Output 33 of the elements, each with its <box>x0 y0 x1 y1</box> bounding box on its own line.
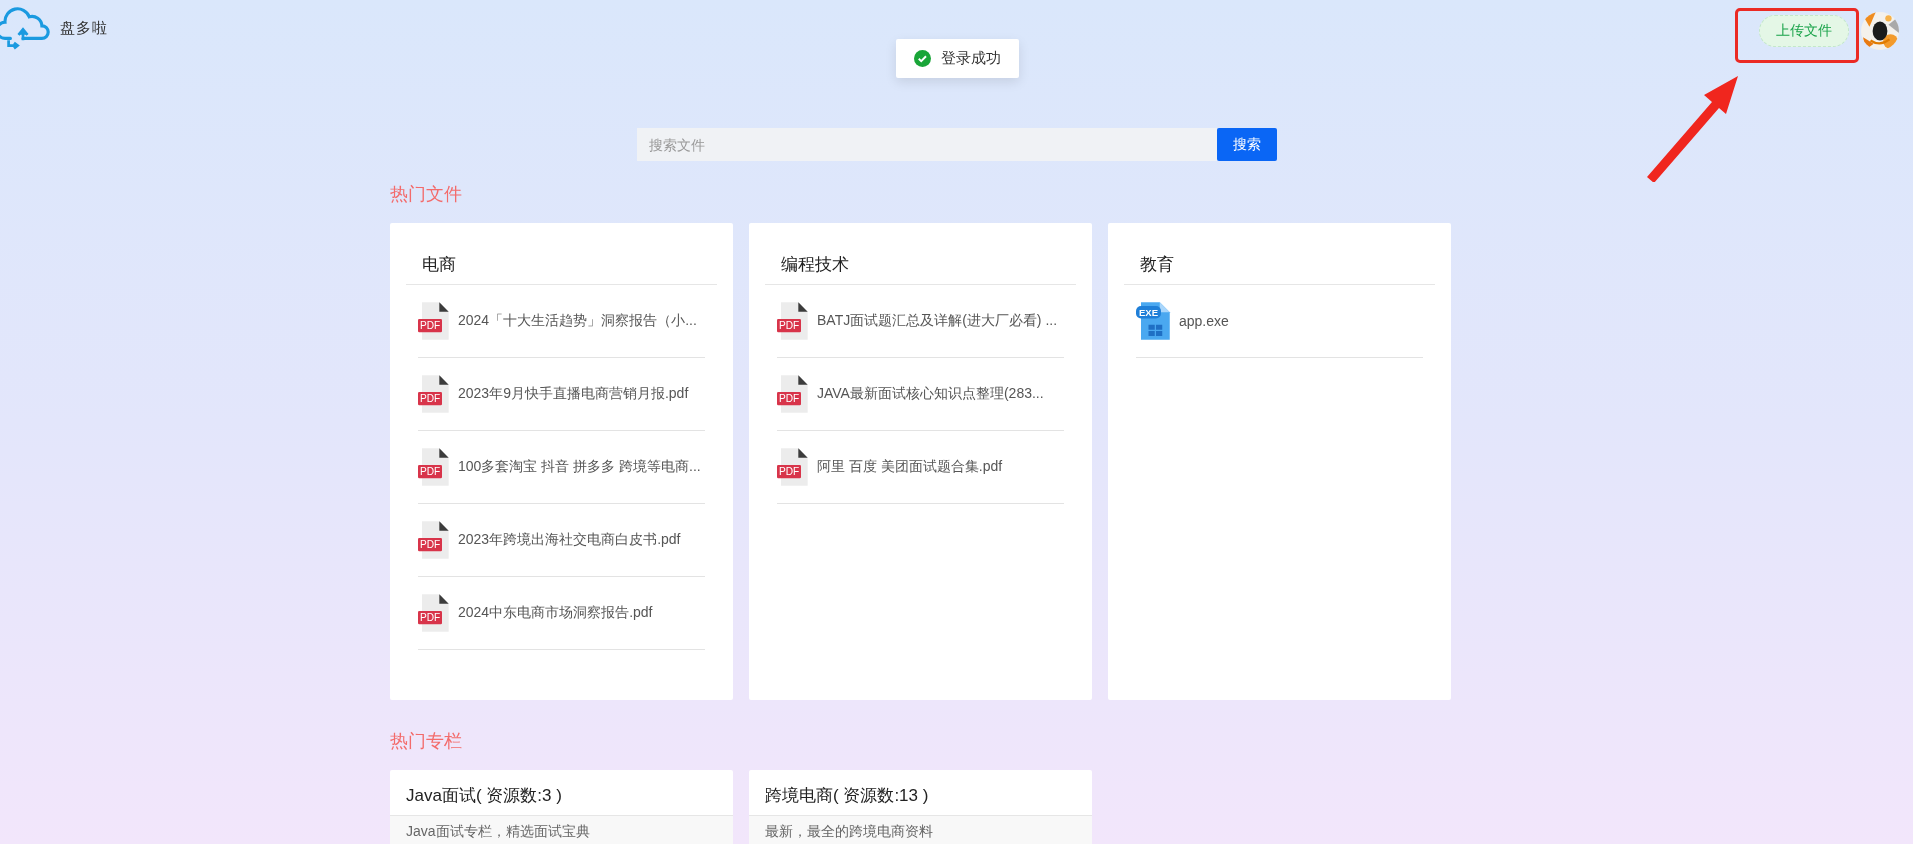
file-name: 2023年9月快手直播电商营销月报.pdf <box>458 385 689 403</box>
file-name: JAVA最新面试核心知识点整理(283... <box>817 385 1044 403</box>
file-row[interactable]: PDF 阿里 百度 美团面试题合集.pdf <box>777 431 1064 504</box>
file-name: 2024中东电商市场洞察报告.pdf <box>458 604 653 622</box>
column-card[interactable]: Java面试( 资源数:3 ) Java面试专栏，精选面试宝典 <box>390 770 733 844</box>
file-row[interactable]: PDF 100多套淘宝 抖音 拼多多 跨境等电商... <box>418 431 705 504</box>
file-name: 阿里 百度 美团面试题合集.pdf <box>817 458 1003 476</box>
file-row[interactable]: PDF 2023年跨境出海社交电商白皮书.pdf <box>418 504 705 577</box>
card-title: 编程技术 <box>765 223 1076 285</box>
logo-text: 盘多啦 <box>60 19 108 38</box>
file-name: 2024「十大生活趋势」洞察报告（小... <box>458 312 697 330</box>
file-name: 2023年跨境出海社交电商白皮书.pdf <box>458 531 681 549</box>
column-description: Java面试专栏，精选面试宝典 <box>390 816 733 844</box>
success-check-icon <box>914 50 931 67</box>
column-card[interactable]: 跨境电商( 资源数:13 ) 最新，最全的跨境电商资料 <box>749 770 1092 844</box>
section-title: 热门专栏 <box>390 730 463 752</box>
file-row[interactable]: PDF 2024中东电商市场洞察报告.pdf <box>418 577 705 650</box>
toast-text: 登录成功 <box>941 49 1001 68</box>
search-button[interactable]: 搜索 <box>1216 128 1277 161</box>
column-description: 最新，最全的跨境电商资料 <box>749 816 1092 844</box>
file-row[interactable]: PDF BATJ面试题汇总及详解(进大厂必看) ... <box>777 285 1064 358</box>
search-field[interactable]: 搜索文件 <box>636 128 1217 161</box>
file-row[interactable]: PDF JAVA最新面试核心知识点整理(283... <box>777 358 1064 431</box>
file-row[interactable]: PDF 2023年9月快手直播电商营销月报.pdf <box>418 358 705 431</box>
file-name: app.exe <box>1179 313 1229 329</box>
file-name: 100多套淘宝 抖音 拼多多 跨境等电商... <box>458 458 701 476</box>
file-row[interactable]: PDF 2024「十大生活趋势」洞察报告（小... <box>418 285 705 358</box>
card-title: 电商 <box>406 223 717 285</box>
file-name: BATJ面试题汇总及详解(进大厂必看) ... <box>817 312 1058 330</box>
file-row[interactable]: EXE app.exe <box>1136 285 1423 358</box>
card-title: 教育 <box>1124 223 1435 285</box>
section-title: 热门文件 <box>390 183 463 205</box>
cloud-logo-icon <box>0 6 50 51</box>
